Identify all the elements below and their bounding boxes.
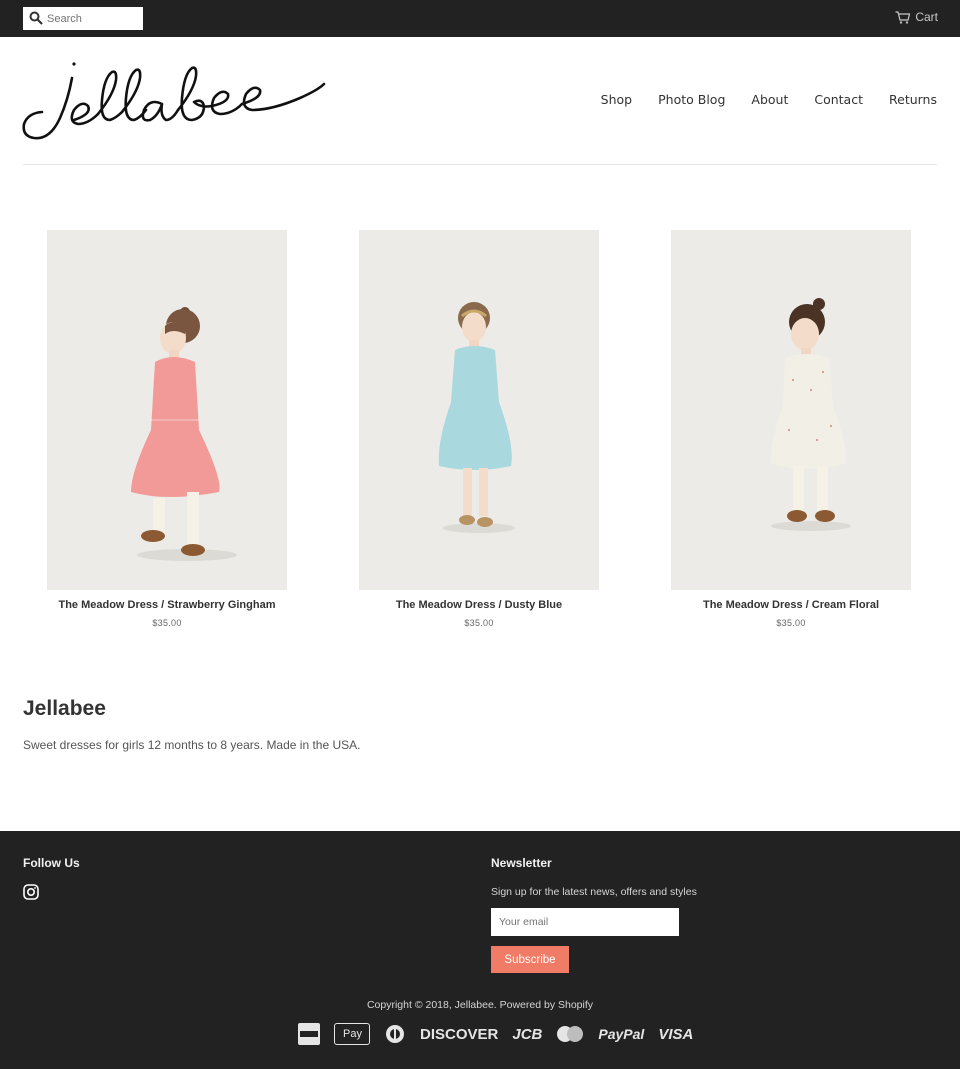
product-card[interactable]: The Meadow Dress / Strawberry Gingham $3… <box>47 230 287 628</box>
payment-icons: Pay DISCOVER JCB PayPal VISA <box>298 1022 693 1046</box>
product-price: $35.00 <box>464 618 494 628</box>
footer: Follow Us Newsletter Sign up for the lat… <box>0 831 960 1069</box>
mastercard-icon <box>557 1026 584 1042</box>
subscribe-button[interactable]: Subscribe <box>491 946 569 973</box>
about-text: Sweet dresses for girls 12 months to 8 y… <box>23 738 361 752</box>
discover-icon: DISCOVER <box>420 1025 499 1043</box>
visa-icon: VISA <box>658 1025 694 1043</box>
product-title[interactable]: The Meadow Dress / Dusty Blue <box>359 599 599 611</box>
search-input[interactable] <box>47 10 137 27</box>
paypal-icon: PayPal <box>598 1026 645 1042</box>
product-image[interactable] <box>359 230 599 590</box>
nav-shop[interactable]: Shop <box>601 92 632 107</box>
product-image[interactable] <box>671 230 911 590</box>
nav-about[interactable]: About <box>751 92 788 107</box>
apple-pay-label: Pay <box>343 1028 362 1040</box>
about-title: Jellabee <box>23 697 106 720</box>
cart-icon <box>895 10 911 24</box>
nav-contact[interactable]: Contact <box>814 92 863 107</box>
instagram-icon[interactable] <box>23 884 39 900</box>
nav-photo-blog[interactable]: Photo Blog <box>658 92 725 107</box>
newsletter-text: Sign up for the latest news, offers and … <box>491 886 697 898</box>
cart-label: Cart <box>915 10 938 24</box>
top-bar: Cart <box>0 0 960 37</box>
girl-blue-dress-image <box>359 230 599 590</box>
email-field[interactable] <box>491 908 679 936</box>
girl-floral-dress-image <box>671 230 911 590</box>
follow-us-heading: Follow Us <box>23 856 80 870</box>
jcb-icon: JCB <box>512 1025 543 1043</box>
apple-pay-icon: Pay <box>334 1023 370 1045</box>
product-price: $35.00 <box>152 618 182 628</box>
product-title[interactable]: The Meadow Dress / Strawberry Gingham <box>47 599 287 611</box>
girl-gingham-dress-image <box>47 230 287 590</box>
main-nav: Shop Photo Blog About Contact Returns <box>575 92 937 107</box>
copyright: Copyright © 2018, Jellabee. Powered by S… <box>366 999 594 1011</box>
newsletter-heading: Newsletter <box>491 856 552 870</box>
amex-icon <box>298 1023 320 1045</box>
product-card[interactable]: The Meadow Dress / Cream Floral $35.00 <box>671 230 911 628</box>
product-card[interactable]: The Meadow Dress / Dusty Blue $35.00 <box>359 230 599 628</box>
header-divider <box>23 164 937 165</box>
product-image[interactable] <box>47 230 287 590</box>
jellabee-logo[interactable] <box>22 58 328 144</box>
diners-club-icon <box>386 1025 404 1043</box>
nav-returns[interactable]: Returns <box>889 92 937 107</box>
cart-link[interactable]: Cart <box>895 10 938 24</box>
search-box[interactable] <box>23 7 143 30</box>
product-price: $35.00 <box>776 618 806 628</box>
product-title[interactable]: The Meadow Dress / Cream Floral <box>671 599 911 611</box>
search-icon[interactable] <box>29 11 43 25</box>
